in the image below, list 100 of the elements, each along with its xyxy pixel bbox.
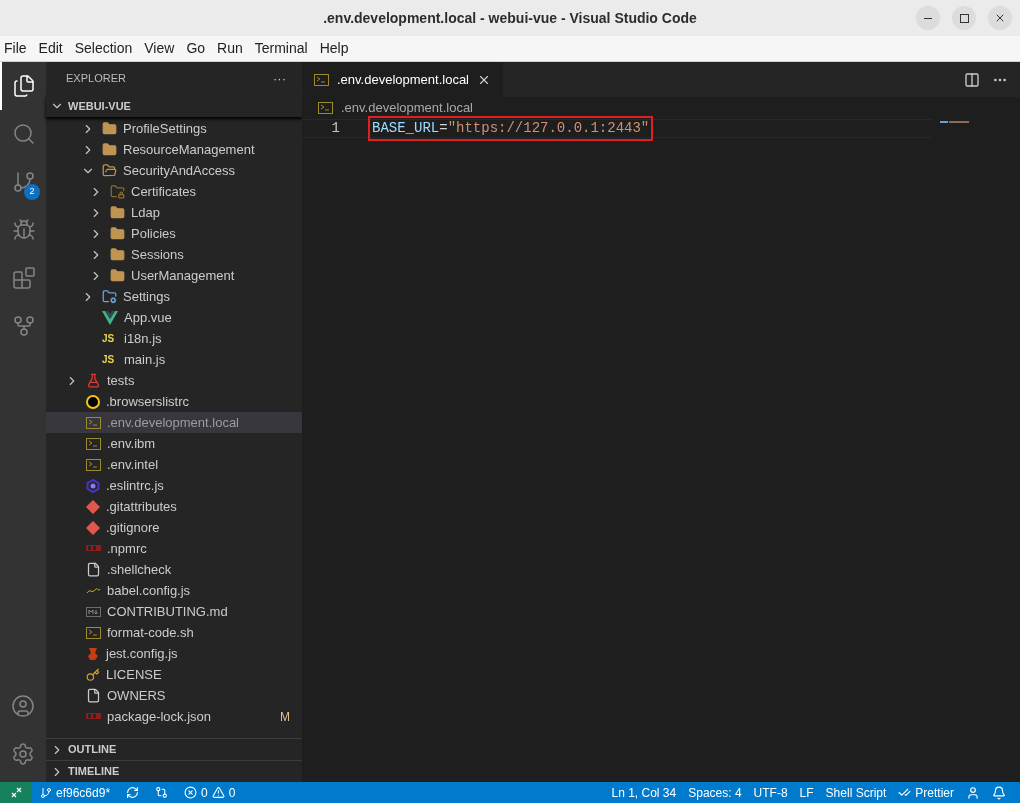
status-item[interactable]: Ln 1, Col 34 xyxy=(605,783,683,802)
minimize-icon xyxy=(924,17,932,19)
file-icon xyxy=(86,562,101,577)
tree-item[interactable]: .npmrc xyxy=(46,538,302,559)
tree-item[interactable]: package-lock.json M xyxy=(46,706,302,727)
menu-item[interactable]: Edit xyxy=(32,38,69,59)
status-item[interactable]: LF xyxy=(793,783,820,802)
more-actions-button[interactable]: ··· xyxy=(273,68,286,89)
tree-item[interactable]: CONTRIBUTING.md xyxy=(46,601,302,622)
tree-item[interactable]: Certificates xyxy=(46,181,302,202)
workspace-header[interactable]: WEBUI-VUE xyxy=(46,95,302,117)
tree-item[interactable]: JS i18n.js xyxy=(46,328,302,349)
file-name: .browserslistrc xyxy=(106,392,190,411)
tree-item[interactable]: JS main.js xyxy=(46,349,302,370)
breadcrumb[interactable]: .env.development.local xyxy=(341,98,473,118)
file-name: i18n.js xyxy=(124,329,162,348)
locked-folder-icon xyxy=(110,184,125,199)
file-name: .eslintrc.js xyxy=(106,476,164,495)
tree-item[interactable]: OWNERS xyxy=(46,685,302,706)
split-editor-icon[interactable] xyxy=(964,71,980,88)
tree-item[interactable]: babel.config.js xyxy=(46,580,302,601)
tree-item[interactable]: tests xyxy=(46,370,302,391)
tree-item[interactable]: .env.development.local xyxy=(46,412,302,433)
account-icon[interactable] xyxy=(966,785,980,800)
menu-item[interactable]: Run xyxy=(211,38,249,59)
tree-item[interactable]: format-code.sh xyxy=(46,622,302,643)
tree-item[interactable]: SecurityAndAccess xyxy=(46,160,302,181)
remote-button[interactable] xyxy=(0,782,32,803)
tree-item[interactable]: Settings xyxy=(46,286,302,307)
file-name: Sessions xyxy=(131,245,184,264)
remote-icon xyxy=(10,787,22,798)
folder-icon xyxy=(110,247,125,262)
file-name: .shellcheck xyxy=(107,560,172,579)
npm-icon xyxy=(86,712,101,721)
files-icon xyxy=(12,74,36,98)
tree-item[interactable]: .browserslistrc xyxy=(46,391,302,412)
status-item[interactable]: UTF-8 xyxy=(747,783,794,802)
terminal-icon xyxy=(314,73,329,86)
tree-item[interactable]: ProfileSettings xyxy=(46,118,302,139)
js-icon: JS xyxy=(102,352,118,367)
menu-item[interactable]: Help xyxy=(313,38,355,59)
markdown-icon xyxy=(86,606,101,617)
babel-icon xyxy=(86,586,101,595)
sync-icon[interactable] xyxy=(126,786,140,799)
menu-item[interactable]: Selection xyxy=(68,38,139,59)
branch-status[interactable]: ef96c6d9* xyxy=(32,783,119,802)
git-compare-icon[interactable] xyxy=(155,786,169,799)
file-name: tests xyxy=(107,371,135,390)
workspace-name: WEBUI-VUE xyxy=(68,98,131,114)
status-item[interactable]: Spaces: 4 xyxy=(682,783,748,802)
menu-item[interactable]: File xyxy=(0,38,33,59)
tree-item[interactable]: .eslintrc.js xyxy=(46,475,302,496)
panel-title: EXPLORER xyxy=(66,71,126,87)
tree-item[interactable]: App.vue xyxy=(46,307,302,328)
tree-item[interactable]: .env.ibm xyxy=(46,433,302,454)
terminal-icon xyxy=(318,102,333,114)
git-status-label: M xyxy=(280,708,290,725)
code-text: BASE_URL="https://127.0.0.1:2443" xyxy=(370,118,652,139)
status-item[interactable]: Shell Script xyxy=(819,783,893,802)
circle-icon xyxy=(86,394,100,409)
tree-item[interactable]: .gitattributes xyxy=(46,496,302,517)
tree-item[interactable]: .gitignore xyxy=(46,517,302,538)
tree-item[interactable]: .shellcheck xyxy=(46,559,302,580)
close-button[interactable] xyxy=(988,6,1012,30)
maximize-button[interactable] xyxy=(952,6,976,30)
tree-item[interactable]: ResourceManagement xyxy=(46,139,302,160)
menu-item[interactable]: View xyxy=(138,38,181,59)
window-title: .env.development.local - webui-vue - Visual Studio Code xyxy=(323,8,697,28)
editor-tab[interactable]: .env.development.local xyxy=(302,62,503,97)
section-title: OUTLINE xyxy=(68,742,117,758)
file-name: ResourceManagement xyxy=(123,140,255,159)
tree-item[interactable]: Ldap xyxy=(46,202,302,223)
terminal-icon xyxy=(86,416,101,429)
activity-bar-button[interactable]: 2 xyxy=(0,158,46,206)
file-name: .gitattributes xyxy=(106,497,177,516)
notification-badge: 2 xyxy=(24,184,40,200)
extensions-icon xyxy=(12,266,36,290)
tree-item[interactable]: UserManagement xyxy=(46,265,302,286)
file-name: format-code.sh xyxy=(107,623,194,642)
menu-item[interactable]: Terminal xyxy=(248,38,314,59)
jest-icon xyxy=(86,646,100,661)
vue-icon xyxy=(102,310,118,325)
maximize-icon xyxy=(959,13,969,23)
bell-icon[interactable] xyxy=(992,785,1006,800)
section-header[interactable]: OUTLINE xyxy=(46,738,302,760)
error-icon xyxy=(184,786,198,799)
tree-item[interactable]: Policies xyxy=(46,223,302,244)
problems-status[interactable]: 0 0 xyxy=(176,783,244,802)
section-title: TIMELINE xyxy=(68,764,120,780)
prettier-status[interactable]: Prettier xyxy=(892,783,960,802)
tree-item[interactable]: Sessions xyxy=(46,244,302,265)
folder-icon xyxy=(110,268,125,283)
git-icon xyxy=(86,520,100,535)
git-icon xyxy=(86,499,100,514)
tab-label: .env.development.local xyxy=(337,70,469,89)
tree-item[interactable]: .env.intel xyxy=(46,454,302,475)
file-name: jest.config.js xyxy=(106,644,178,663)
tree-item[interactable]: jest.config.js xyxy=(46,643,302,664)
tree-item[interactable]: LICENSE xyxy=(46,664,302,685)
menu-item[interactable]: Go xyxy=(180,38,212,59)
